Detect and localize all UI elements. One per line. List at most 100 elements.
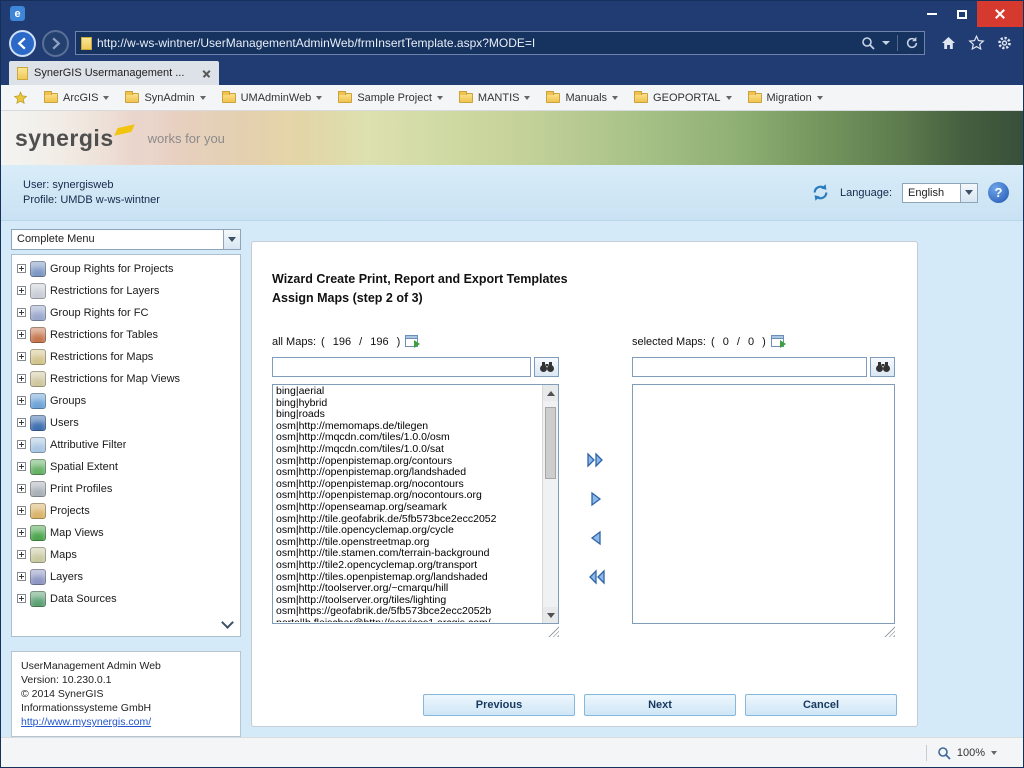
select-arrow-button[interactable] (223, 230, 240, 249)
tree-item[interactable]: Data Sources (14, 588, 238, 610)
favorites-item[interactable]: Migration (748, 92, 823, 104)
language-select[interactable]: English (902, 183, 978, 203)
map-list-item[interactable]: bing|aerial (274, 386, 541, 398)
scroll-down-button[interactable] (543, 607, 558, 623)
all-maps-search-input[interactable] (272, 357, 531, 377)
tree-item[interactable]: Restrictions for Layers (14, 280, 238, 302)
map-list-item[interactable]: osm|http://tile.opencyclemap.org/cycle (274, 525, 541, 537)
listbox-scrollbar[interactable] (542, 385, 558, 623)
add-all-button[interactable] (585, 451, 607, 472)
favorites-item[interactable]: MANTIS (459, 92, 531, 104)
url-box[interactable] (75, 31, 925, 55)
expand-plus-icon[interactable] (17, 352, 26, 361)
next-button[interactable]: Next (584, 694, 736, 716)
reload-language-icon[interactable] (811, 183, 830, 202)
expand-plus-icon[interactable] (17, 374, 26, 383)
tree-item[interactable]: Print Profiles (14, 478, 238, 500)
minimize-button[interactable] (917, 1, 947, 27)
map-list-item[interactable]: osm|http://openpistemap.org/nocontours.o… (274, 490, 541, 502)
expand-plus-icon[interactable] (17, 572, 26, 581)
map-list-item[interactable]: osm|http://tiles.openpistemap.org/landsh… (274, 572, 541, 584)
reload-selected-maps-button[interactable] (771, 334, 788, 349)
search-icon[interactable] (861, 36, 875, 50)
favorites-bar-star-icon[interactable] (13, 91, 28, 105)
favorites-item[interactable]: Manuals (546, 92, 618, 104)
home-icon[interactable] (940, 35, 957, 51)
expand-plus-icon[interactable] (17, 330, 26, 339)
remove-selected-button[interactable] (587, 529, 605, 550)
tree-item[interactable]: Restrictions for Maps (14, 346, 238, 368)
all-maps-search-button[interactable] (534, 357, 559, 377)
select-arrow-button[interactable] (960, 184, 977, 202)
map-list-item[interactable]: portal|b.fleischer@http://services1.arcg… (274, 618, 541, 622)
map-list-item[interactable]: bing|hybrid (274, 398, 541, 410)
expand-plus-icon[interactable] (17, 484, 26, 493)
back-button[interactable] (9, 30, 36, 57)
map-list-item[interactable]: osm|http://toolserver.org/~cmarqu/hill (274, 583, 541, 595)
expand-plus-icon[interactable] (17, 264, 26, 273)
search-dropdown-icon[interactable] (882, 41, 890, 45)
zoom-control[interactable]: 100% (937, 746, 997, 760)
tree-item[interactable]: Users (14, 412, 238, 434)
tree-item[interactable]: Attributive Filter (14, 434, 238, 456)
expand-plus-icon[interactable] (17, 396, 26, 405)
menu-select[interactable]: Complete Menu (11, 229, 241, 250)
resize-grip[interactable] (884, 626, 895, 637)
map-list-item[interactable]: osm|http://mqcdn.com/tiles/1.0.0/sat (274, 444, 541, 456)
tree-item[interactable]: Group Rights for Projects (14, 258, 238, 280)
favorites-item[interactable]: ArcGIS (44, 92, 109, 104)
tree-item[interactable]: Restrictions for Tables (14, 324, 238, 346)
expand-plus-icon[interactable] (17, 418, 26, 427)
map-list-item[interactable]: osm|http://openseamap.org/seamark (274, 502, 541, 514)
map-list-item[interactable]: osm|http://tile2.opencyclemap.org/transp… (274, 560, 541, 572)
add-selected-button[interactable] (587, 490, 605, 511)
remove-all-button[interactable] (585, 568, 607, 589)
map-list-item[interactable]: osm|http://tile.stamen.com/terrain-backg… (274, 548, 541, 560)
map-list-item[interactable]: osm|http://tile.openstreetmap.org (274, 537, 541, 549)
scroll-thumb[interactable] (545, 407, 556, 479)
help-button[interactable] (988, 182, 1009, 203)
expand-plus-icon[interactable] (17, 550, 26, 559)
map-list-item[interactable]: osm|http://tile.geofabrik.de/5fb573bce2e… (274, 514, 541, 526)
map-list-item[interactable]: osm|https://geofabrik.de/5fb573bce2ecc20… (274, 606, 541, 618)
expand-plus-icon[interactable] (17, 506, 26, 515)
map-list-item[interactable]: osm|http://openpistemap.org/contours (274, 456, 541, 468)
resize-grip[interactable] (548, 626, 559, 637)
refresh-icon[interactable] (905, 36, 919, 50)
map-list-item[interactable]: osm|http://memomaps.de/tilegen (274, 421, 541, 433)
synergis-link[interactable]: http://www.mysynergis.com/ (21, 716, 151, 728)
favorites-star-icon[interactable] (968, 35, 985, 51)
previous-button[interactable]: Previous (423, 694, 575, 716)
expand-plus-icon[interactable] (17, 286, 26, 295)
map-list-item[interactable]: osm|http://toolserver.org/tiles/lighting (274, 595, 541, 607)
all-maps-listbox[interactable]: bing|aerialbing|hybridbing|roadsosm|http… (272, 384, 559, 624)
scroll-up-button[interactable] (543, 385, 558, 401)
expand-plus-icon[interactable] (17, 528, 26, 537)
tree-item[interactable]: Restrictions for Map Views (14, 368, 238, 390)
expand-plus-icon[interactable] (17, 594, 26, 603)
tree-item[interactable]: Layers (14, 566, 238, 588)
expand-plus-icon[interactable] (17, 440, 26, 449)
tree-item[interactable]: Projects (14, 500, 238, 522)
favorites-item[interactable]: SynAdmin (125, 92, 205, 104)
map-list-item[interactable]: bing|roads (274, 409, 541, 421)
cancel-button[interactable]: Cancel (745, 694, 897, 716)
tab-close-icon[interactable] (202, 69, 211, 78)
map-list-item[interactable]: osm|http://mqcdn.com/tiles/1.0.0/osm (274, 432, 541, 444)
expand-plus-icon[interactable] (17, 462, 26, 471)
tree-item[interactable]: Groups (14, 390, 238, 412)
address-input[interactable] (97, 36, 856, 50)
close-button[interactable] (977, 1, 1023, 27)
forward-button[interactable] (42, 30, 69, 57)
favorites-item[interactable]: GEOPORTAL (634, 92, 731, 104)
favorites-item[interactable]: UMAdminWeb (222, 92, 323, 104)
map-list-item[interactable]: osm|http://openpistemap.org/nocontours (274, 479, 541, 491)
settings-gear-icon[interactable] (996, 35, 1013, 51)
selected-maps-search-button[interactable] (870, 357, 895, 377)
maximize-button[interactable] (947, 1, 977, 27)
tree-item[interactable]: Group Rights for FC (14, 302, 238, 324)
selected-maps-search-input[interactable] (632, 357, 867, 377)
map-list-item[interactable]: osm|http://openpistemap.org/landshaded (274, 467, 541, 479)
expand-plus-icon[interactable] (17, 308, 26, 317)
tree-scroll-down-button[interactable] (218, 616, 236, 632)
